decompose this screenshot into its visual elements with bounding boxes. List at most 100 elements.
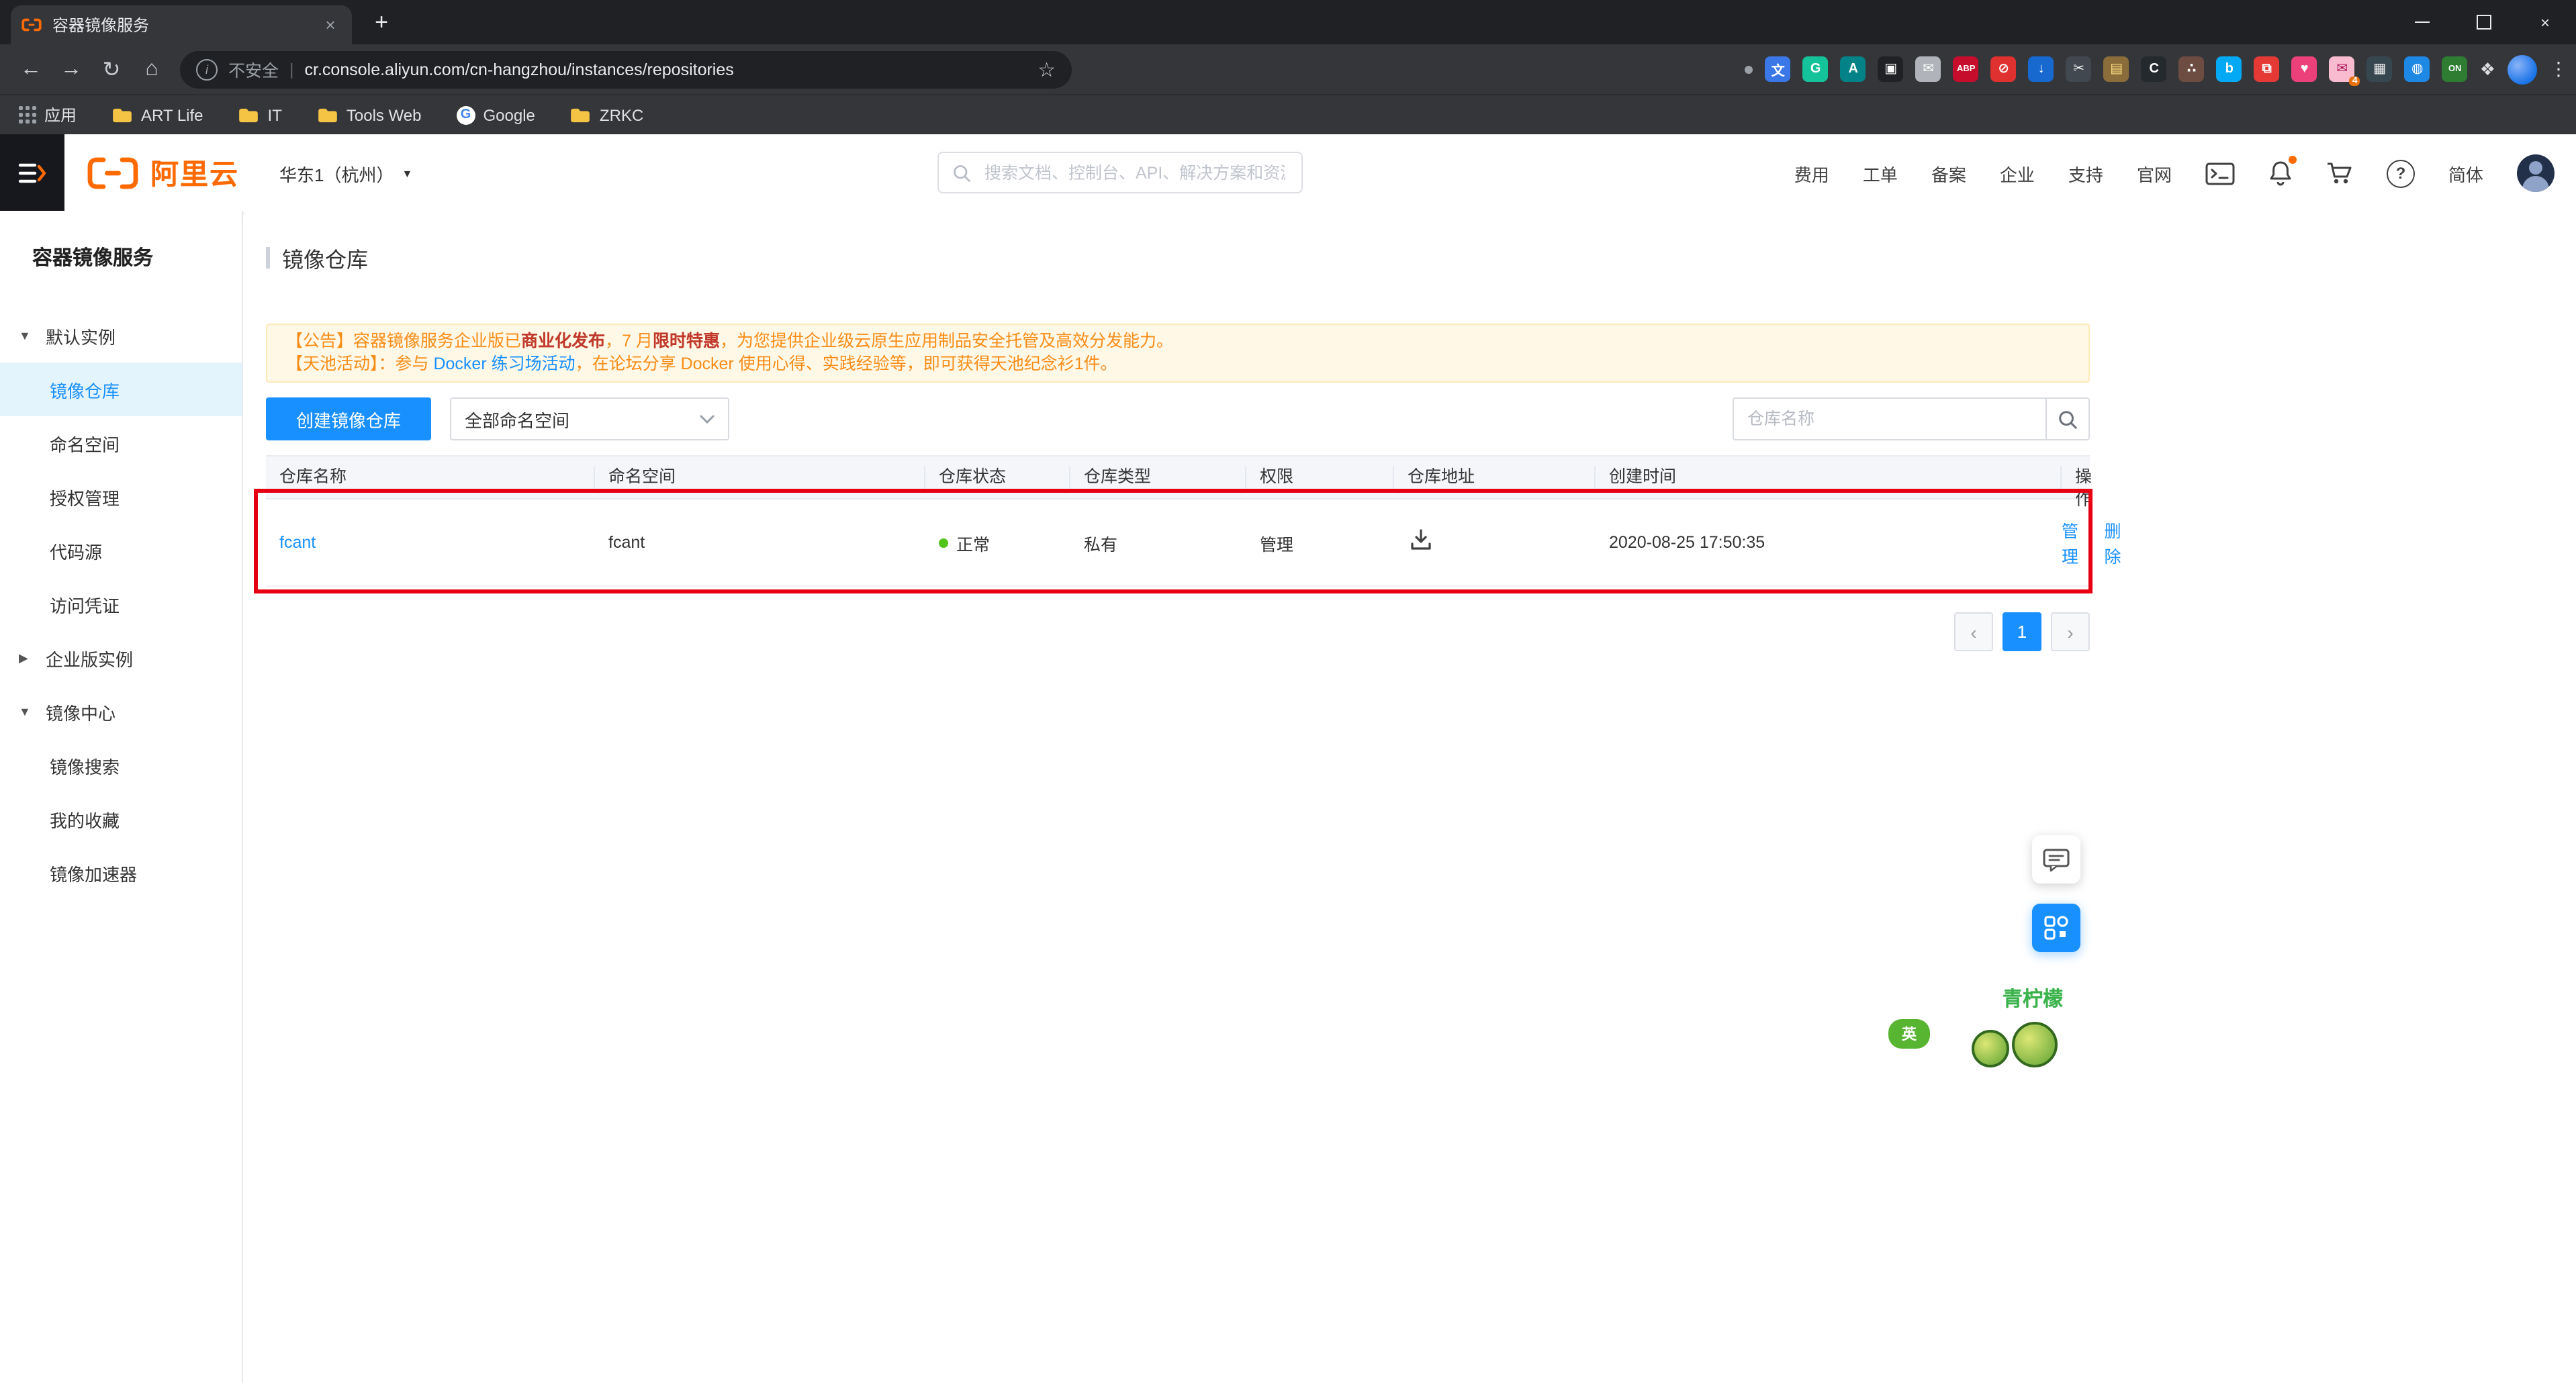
sidebar-item-image-repos[interactable]: 镜像仓库: [0, 363, 242, 416]
extensions-puzzle-icon[interactable]: ❖: [2480, 58, 2495, 80]
back-icon[interactable]: ←: [11, 49, 51, 89]
manage-link[interactable]: 管理: [2062, 517, 2078, 568]
aliyun-logo[interactable]: 阿里云: [86, 153, 239, 193]
sidebar-section-enterprise-instance[interactable]: ▶ 企业版实例: [0, 631, 242, 685]
sidebar-item-namespaces[interactable]: 命名空间: [0, 416, 242, 470]
reload-icon[interactable]: ↻: [91, 49, 132, 89]
feedback-chat-button[interactable]: [2032, 835, 2080, 884]
new-tab-button[interactable]: +: [365, 9, 398, 36]
sidebar-section-image-center[interactable]: ▼ 镜像中心: [0, 685, 242, 738]
docker-playground-link[interactable]: Docker 练习场活动: [433, 354, 575, 373]
extension-overflow-icon[interactable]: [1745, 65, 1753, 73]
notifications-bell-icon[interactable]: [2268, 160, 2293, 187]
qr-panel-button[interactable]: [2032, 904, 2080, 952]
table-header: 仓库名称 命名空间 仓库状态 仓库类型 权限 仓库地址 创建时间 操作: [266, 455, 2090, 499]
header-nav-enterprise[interactable]: 企业: [2000, 160, 2035, 186]
dark-grid-extension-icon[interactable]: ▦: [2367, 56, 2393, 82]
bookmark-folder-it[interactable]: IT: [238, 105, 282, 124]
mail-notifier-extension-icon[interactable]: ✉4: [2330, 56, 2355, 82]
address-bar[interactable]: i 不安全 | cr.console.aliyun.com/cn-hangzho…: [180, 50, 1072, 88]
browser-profile-avatar[interactable]: [2508, 54, 2537, 84]
mascot-badge: 英: [1888, 1019, 1930, 1049]
bookmark-star-icon[interactable]: ☆: [1038, 57, 1056, 81]
bookmark-folder-zrkc[interactable]: ZRKC: [570, 105, 643, 124]
column-header: 仓库类型: [1070, 466, 1246, 489]
mail-muted-extension-icon[interactable]: ✉: [1916, 56, 1941, 82]
sidebar-toggle-button[interactable]: [0, 134, 64, 212]
octocat-extension-icon[interactable]: C: [2142, 56, 2167, 82]
google-icon: G: [457, 105, 475, 124]
browser-menu-icon[interactable]: ⋮: [2549, 58, 2568, 81]
bookmark-folder-tools-web[interactable]: Tools Web: [317, 105, 422, 124]
url-text[interactable]: cr.console.aliyun.com/cn-hangzhou/instan…: [305, 60, 1027, 79]
authenticator-extension-icon[interactable]: A: [1841, 56, 1866, 82]
bookmark-apps[interactable]: 应用: [19, 103, 77, 126]
grammarly-extension-icon[interactable]: G: [1803, 56, 1829, 82]
tab-close-icon[interactable]: ×: [320, 15, 341, 35]
repo-name-link[interactable]: fcant: [266, 533, 595, 552]
console-search[interactable]: [937, 152, 1303, 193]
downloader-extension-icon[interactable]: ↓: [2029, 56, 2054, 82]
window-minimize-button[interactable]: [2391, 0, 2452, 44]
mascot[interactable]: 青柠檬 英: [1888, 984, 2066, 1070]
repo-search-input[interactable]: [1733, 397, 2047, 440]
main-content: 镜像仓库 【公告】容器镜像服务企业版已商业化发布，7 月限时特惠，为您提供企业级…: [244, 211, 2576, 1383]
prev-page-button[interactable]: ‹: [1954, 612, 1993, 651]
forward-icon[interactable]: →: [51, 49, 91, 89]
blocker-extension-icon[interactable]: ⊘: [1991, 56, 2017, 82]
window-maximize-button[interactable]: [2452, 0, 2514, 44]
bird-extension-icon[interactable]: b: [2217, 56, 2242, 82]
bookmark-google[interactable]: G Google: [457, 105, 535, 124]
home-icon[interactable]: ⌂: [132, 49, 172, 89]
adblock-plus-extension-icon[interactable]: ABP: [1953, 56, 1979, 82]
header-nav-billing[interactable]: 费用: [1794, 160, 1829, 186]
bookmark-label: 应用: [44, 103, 77, 126]
pink-heart-extension-icon[interactable]: ♥: [2292, 56, 2317, 82]
folder-icon: [238, 107, 260, 123]
header-nav-icp[interactable]: 备案: [1931, 160, 1966, 186]
header-nav-support[interactable]: 支持: [2068, 160, 2103, 186]
people-extension-icon[interactable]: ⧉: [2254, 56, 2280, 82]
library-extension-icon[interactable]: ▤: [2104, 56, 2129, 82]
help-icon[interactable]: ?: [2387, 159, 2415, 187]
bookmark-folder-art-life[interactable]: ART Life: [111, 105, 203, 124]
namespace-filter-select[interactable]: 全部命名空间: [450, 397, 729, 440]
proxy-on-extension-icon[interactable]: ON: [2442, 56, 2468, 82]
window-close-button[interactable]: ×: [2514, 0, 2576, 44]
announcement-text: ，在论坛分享 Docker 使用心得、实践经验等，即可获得天池纪念衫1件。: [576, 354, 1117, 373]
ball-extension-icon[interactable]: ◍: [2405, 56, 2430, 82]
sidebar-item-access-credentials[interactable]: 访问凭证: [0, 577, 242, 631]
announcement-text: ，为您提供企业级云原生应用制品安全托管及高效分发能力。: [720, 332, 1173, 350]
translate-extension-icon[interactable]: 文: [1765, 56, 1791, 82]
sidebar-item-favorites[interactable]: 我的收藏: [0, 792, 242, 846]
sidebar-section-default-instance[interactable]: ▼ 默认实例: [0, 309, 242, 363]
paw-extension-icon[interactable]: ∴: [2179, 56, 2205, 82]
repo-search-button[interactable]: [2047, 397, 2090, 440]
console-header: 阿里云 华东1（杭州） ▼ 费用 工单 备案 企业 支持 官网: [0, 134, 2576, 213]
create-repo-button[interactable]: 创建镜像仓库: [266, 397, 431, 440]
action-divider: |: [2089, 517, 2094, 568]
sidebar-item-code-source[interactable]: 代码源: [0, 524, 242, 577]
browser-toolbar: ← → ↻ ⌂ i 不安全 | cr.console.aliyun.com/cn…: [0, 44, 2576, 94]
sidebar-item-image-accelerator[interactable]: 镜像加速器: [0, 846, 242, 900]
user-avatar[interactable]: [2517, 154, 2555, 192]
sidebar-item-auth-management[interactable]: 授权管理: [0, 470, 242, 524]
repo-created-time: 2020-08-25 17:50:35: [1596, 533, 2062, 552]
console-search-input[interactable]: [982, 162, 1288, 183]
url-divider: |: [289, 60, 294, 79]
language-switch[interactable]: 简体: [2448, 160, 2483, 186]
sidebar-item-image-search[interactable]: 镜像搜索: [0, 738, 242, 792]
header-nav-tickets[interactable]: 工单: [1863, 160, 1898, 186]
cart-icon[interactable]: [2326, 161, 2353, 185]
clipper-extension-icon[interactable]: ✂: [2066, 56, 2092, 82]
delete-link[interactable]: 删除: [2105, 517, 2121, 568]
cloudshell-icon[interactable]: [2205, 162, 2235, 185]
page-1-button[interactable]: 1: [2003, 612, 2041, 651]
download-address-icon[interactable]: [1408, 528, 1434, 553]
browser-tab[interactable]: 容器镜像服务 ×: [11, 5, 352, 44]
screenshot-extension-icon[interactable]: ▣: [1878, 56, 1904, 82]
region-selector[interactable]: 华东1（杭州） ▼: [279, 160, 412, 186]
header-nav-website[interactable]: 官网: [2137, 160, 2172, 186]
site-info-icon[interactable]: i: [196, 58, 218, 80]
next-page-button[interactable]: ›: [2051, 612, 2090, 651]
